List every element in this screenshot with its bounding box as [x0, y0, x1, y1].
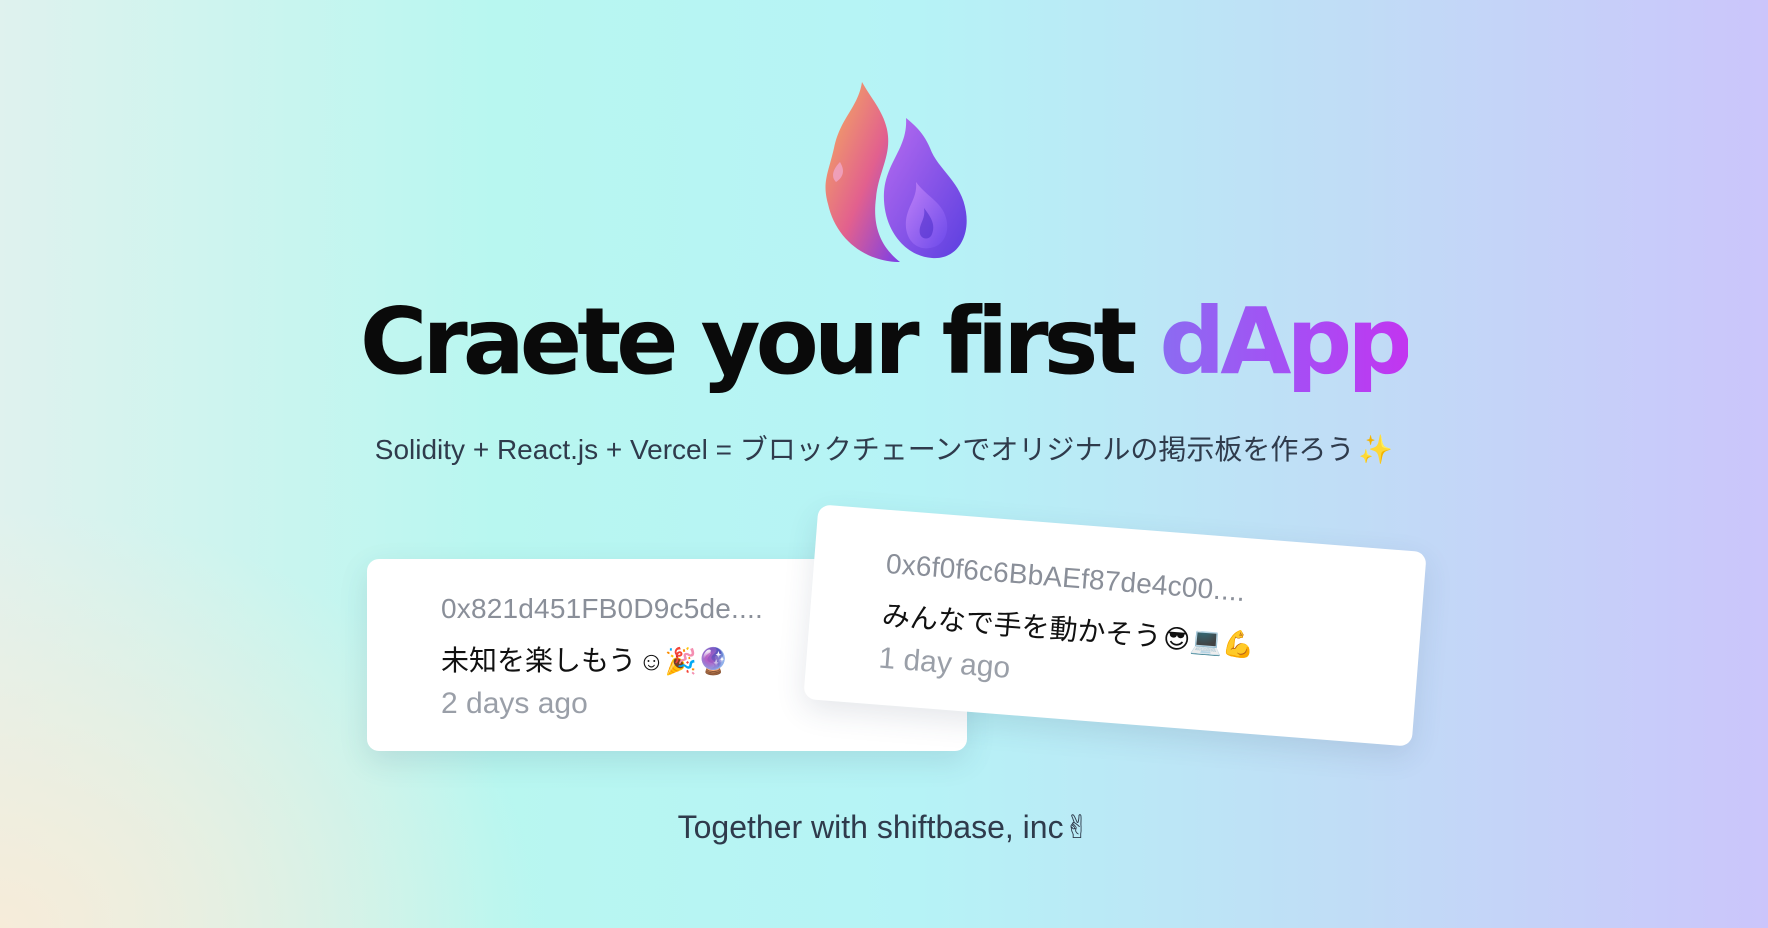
wallet-address: 0x821d451FB0D9c5de....	[441, 593, 763, 624]
page-title: Craete your first dApp	[0, 296, 1768, 388]
tagline: Solidity + React.js + Vercel = ブロックチェーンで…	[0, 428, 1768, 468]
emoji-group: ☺🎉🔮	[638, 646, 730, 676]
victory-hand-icon: ✌	[1063, 809, 1091, 845]
sparkle-icon: ✨	[1358, 434, 1394, 465]
tagline-text: Solidity + React.js + Vercel = ブロックチェーンで…	[374, 434, 1355, 465]
message-text: 未知を楽しもう☺🎉🔮	[441, 639, 729, 679]
headline-main: Craete your first	[359, 288, 1160, 395]
message-timestamp: 2 days ago	[441, 687, 588, 720]
flame-icon	[820, 78, 970, 268]
footer-credit: Together with shiftbase, inc✌	[0, 808, 1768, 846]
emoji-group: 😎💻💪	[1162, 622, 1256, 660]
message-body: 未知を楽しもう	[441, 645, 637, 676]
headline-accent: dApp	[1159, 288, 1413, 395]
footer-text: Together with shiftbase, inc	[677, 809, 1064, 845]
message-timestamp: 1 day ago	[877, 641, 1012, 685]
